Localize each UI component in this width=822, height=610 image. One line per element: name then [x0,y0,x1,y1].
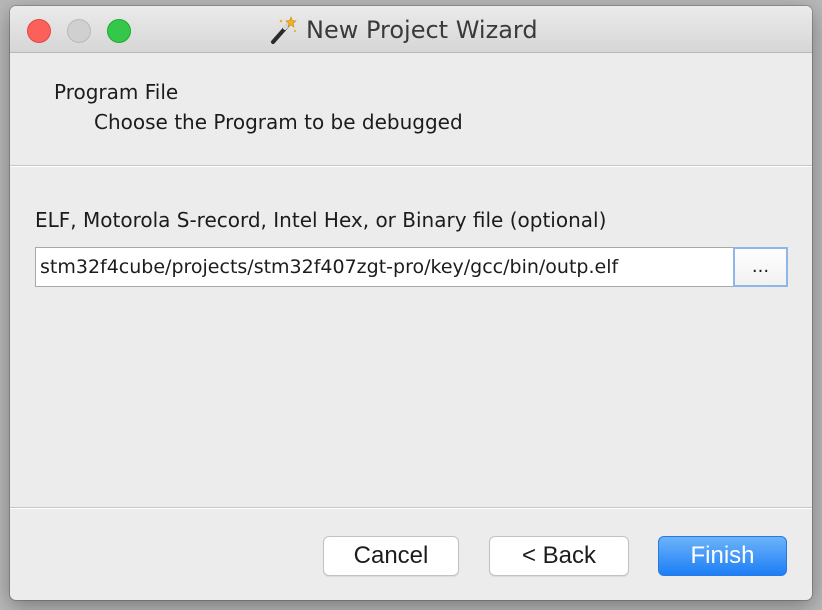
magic-wand-icon [271,16,297,44]
footer-divider [10,507,812,509]
window-title: New Project Wizard [306,16,538,44]
close-window-button[interactable] [27,19,51,43]
finish-button[interactable]: Finish [658,536,787,576]
browse-button[interactable]: ... [733,247,788,287]
header-divider [10,165,812,167]
zoom-window-button[interactable] [107,19,131,43]
back-button[interactable]: < Back [489,536,629,576]
minimize-window-button[interactable] [67,19,91,43]
page-title: Program File [54,80,179,104]
program-file-input[interactable] [35,247,734,287]
title-bar[interactable]: New Project Wizard [10,6,812,53]
window-title-group: New Project Wizard [268,16,538,44]
new-project-wizard-window: New Project Wizard Program File Choose t… [10,6,812,600]
wizard-header: Program File Choose the Program to be de… [10,53,812,165]
program-file-label: ELF, Motorola S-record, Intel Hex, or Bi… [35,208,607,232]
page-subtitle: Choose the Program to be debugged [94,110,463,134]
cancel-button[interactable]: Cancel [323,536,459,576]
